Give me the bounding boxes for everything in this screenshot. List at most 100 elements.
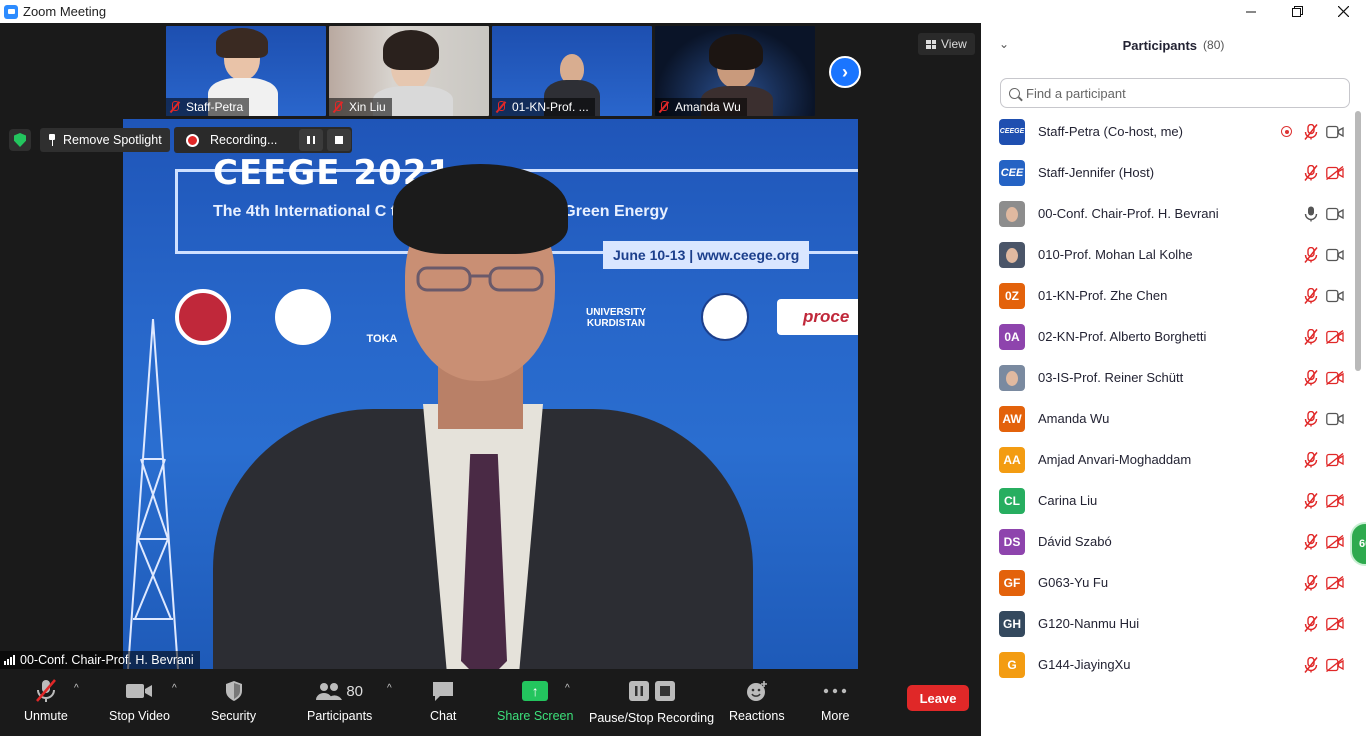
share-options-caret[interactable]: ^ bbox=[565, 683, 570, 694]
participant-row[interactable]: CL Carina Liu bbox=[981, 480, 1351, 521]
close-window-button[interactable] bbox=[1320, 0, 1366, 23]
leave-button[interactable]: Leave bbox=[907, 685, 969, 711]
participant-avatar: AW bbox=[999, 405, 1025, 432]
close-icon bbox=[1337, 6, 1349, 17]
share-screen-label: Share Screen bbox=[497, 709, 574, 723]
proceedings-logo: proce bbox=[777, 299, 858, 335]
participant-row[interactable]: DS Dávid Szabó bbox=[981, 521, 1351, 562]
video-off-icon bbox=[1326, 534, 1344, 549]
search-input[interactable] bbox=[1026, 85, 1326, 101]
participants-label: Participants bbox=[307, 709, 373, 723]
mic-muted-icon bbox=[1304, 492, 1318, 509]
reactions-button[interactable]: Reactions bbox=[729, 677, 785, 723]
participant-row[interactable]: G G144-JiayingXu bbox=[981, 644, 1351, 685]
participant-search[interactable] bbox=[1000, 78, 1350, 108]
participant-list-scrollbar[interactable] bbox=[1355, 111, 1361, 371]
participants-button[interactable]: 80 Participants bbox=[307, 677, 373, 724]
security-label: Security bbox=[211, 709, 257, 723]
pin-icon bbox=[48, 134, 56, 146]
meeting-area: Staff-Petra Xin Liu 01-KN-Prof. ... Aman… bbox=[0, 23, 981, 736]
video-thumbnail[interactable]: 01-KN-Prof. ... bbox=[492, 26, 652, 116]
participant-name: G063-Yu Fu bbox=[1038, 575, 1109, 590]
mic-muted-icon bbox=[1304, 451, 1318, 468]
video-off-icon bbox=[1326, 616, 1344, 631]
thumbnail-name: Staff-Petra bbox=[186, 100, 244, 114]
mic-icon bbox=[1304, 206, 1318, 222]
university-logo bbox=[175, 289, 231, 345]
next-page-button[interactable]: › bbox=[829, 56, 861, 88]
pause-recording-button[interactable] bbox=[299, 129, 324, 151]
participant-row[interactable]: CEEGE Staff-Petra (Co-host, me) bbox=[981, 111, 1351, 152]
participant-name: Carina Liu bbox=[1038, 493, 1098, 508]
stop-video-button[interactable]: Stop Video bbox=[109, 677, 170, 723]
banner-date: June 10-13 | www.ceege.org bbox=[603, 241, 810, 269]
participant-avatar: GF bbox=[999, 569, 1025, 596]
minimize-icon bbox=[1246, 11, 1256, 12]
transmission-tower-graphic bbox=[127, 319, 179, 669]
participants-options-caret[interactable]: ^ bbox=[387, 683, 392, 694]
participant-row[interactable]: 0A 02-KN-Prof. Alberto Borghetti bbox=[981, 316, 1351, 357]
participant-name: 00-Conf. Chair-Prof. H. Bevrani bbox=[1038, 206, 1219, 221]
audio-options-caret[interactable]: ^ bbox=[74, 683, 79, 694]
participant-row[interactable]: GH G120-Nanmu Hui bbox=[981, 603, 1351, 644]
security-button[interactable]: Security bbox=[211, 677, 256, 723]
participant-row[interactable]: 0Z 01-KN-Prof. Zhe Chen bbox=[981, 275, 1351, 316]
minimize-button[interactable] bbox=[1228, 0, 1274, 23]
video-off-icon bbox=[1326, 452, 1344, 467]
participant-name: Amanda Wu bbox=[1038, 411, 1110, 426]
mic-muted-icon bbox=[1304, 246, 1318, 263]
participant-name: Staff-Jennifer (Host) bbox=[1038, 165, 1155, 180]
participant-row[interactable]: 03-IS-Prof. Reiner Schütt bbox=[981, 357, 1351, 398]
pause-stop-recording-button[interactable]: Pause/Stop Recording bbox=[589, 677, 714, 725]
video-off-icon bbox=[1326, 329, 1344, 344]
thumbnail-strip: Staff-Petra Xin Liu 01-KN-Prof. ... Aman… bbox=[0, 23, 981, 119]
participant-avatar: CEEGE bbox=[999, 118, 1025, 145]
remove-spotlight-button[interactable]: Remove Spotlight bbox=[40, 128, 170, 152]
view-button[interactable]: View bbox=[918, 33, 975, 55]
participant-row[interactable]: 00-Conf. Chair-Prof. H. Bevrani bbox=[981, 193, 1351, 234]
reactions-label: Reactions bbox=[729, 709, 785, 723]
participant-row[interactable]: 010-Prof. Mohan Lal Kolhe bbox=[981, 234, 1351, 275]
mic-muted-icon bbox=[1304, 369, 1318, 386]
video-thumbnail[interactable]: Amanda Wu bbox=[655, 26, 815, 116]
panel-title: Participants bbox=[1122, 37, 1198, 53]
share-screen-button[interactable]: ↑ Share Screen bbox=[497, 677, 573, 723]
participant-row[interactable]: AA Amjad Anvari-Moghaddam bbox=[981, 439, 1351, 480]
university-logo bbox=[275, 289, 331, 345]
mic-muted-icon bbox=[35, 679, 56, 702]
search-icon bbox=[1009, 87, 1020, 99]
participant-avatar: DS bbox=[999, 528, 1025, 555]
more-label: More bbox=[821, 709, 850, 723]
mic-muted-icon bbox=[1304, 164, 1318, 181]
participant-avatar: G bbox=[999, 651, 1025, 678]
more-button[interactable]: More bbox=[821, 677, 849, 723]
participant-name: G144-JiayingXu bbox=[1038, 657, 1131, 672]
participants-count: 80 bbox=[346, 682, 363, 700]
thumbnail-name: 01-KN-Prof. ... bbox=[512, 100, 589, 114]
participant-row[interactable]: CEE Staff-Jennifer (Host) bbox=[981, 152, 1351, 193]
stop-recording-button[interactable] bbox=[327, 129, 352, 151]
main-video[interactable]: CEEGE 2021 The 4th International C trica… bbox=[123, 119, 858, 669]
chat-button[interactable]: Chat bbox=[430, 677, 456, 723]
participant-name: G120-Nanmu Hui bbox=[1038, 616, 1140, 631]
floating-badge[interactable]: 60 bbox=[1350, 522, 1366, 566]
participant-name: 03-IS-Prof. Reiner Schütt bbox=[1038, 370, 1184, 385]
unmute-button[interactable]: Unmute bbox=[24, 677, 68, 723]
mic-muted-icon bbox=[1304, 574, 1318, 591]
video-off-icon bbox=[1326, 575, 1344, 590]
video-thumbnail[interactable]: Xin Liu bbox=[329, 26, 489, 116]
restore-button[interactable] bbox=[1274, 0, 1320, 23]
thumbnail-name-label: 01-KN-Prof. ... bbox=[492, 98, 595, 116]
speaker-glasses bbox=[416, 266, 544, 292]
speaker-hair bbox=[393, 164, 568, 254]
participant-row[interactable]: AW Amanda Wu bbox=[981, 398, 1351, 439]
title-bar: Zoom Meeting bbox=[0, 0, 1366, 23]
participant-row[interactable]: GF G063-Yu Fu bbox=[981, 562, 1351, 603]
video-thumbnail[interactable]: Staff-Petra bbox=[166, 26, 326, 116]
unmute-label: Unmute bbox=[24, 709, 68, 723]
kurdistan-logo: UNIVERSITY KURDISTAN bbox=[585, 307, 646, 329]
more-icon bbox=[824, 688, 847, 694]
zoom-app-icon bbox=[4, 4, 18, 19]
video-options-caret[interactable]: ^ bbox=[172, 683, 177, 694]
video-off-icon bbox=[1326, 493, 1344, 508]
